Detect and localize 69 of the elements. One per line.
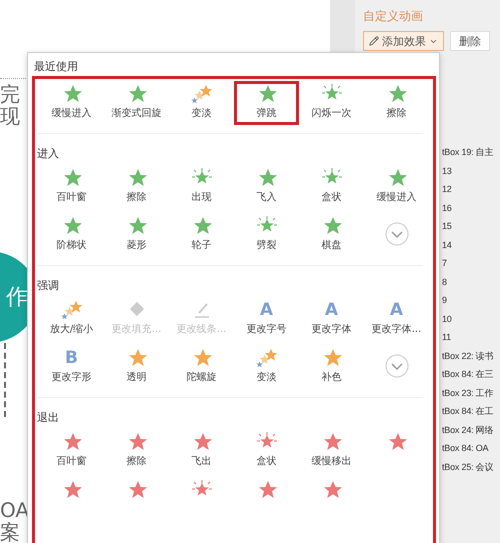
effect-label[interactable]: 渐变式回旋 <box>112 106 162 120</box>
animation-list-item[interactable]: tBox 22: 读书 <box>442 346 494 365</box>
effect-label[interactable]: 擦除 <box>126 190 146 204</box>
effect-label[interactable]: 擦除 <box>386 106 406 120</box>
animation-list-item[interactable]: tBox 19: 自主 <box>442 143 494 162</box>
animation-list-item[interactable]: 8 <box>442 272 447 291</box>
effect-label[interactable]: 飞出 <box>192 454 212 468</box>
effect-label[interactable]: 透明 <box>126 370 146 384</box>
letter-icon: B <box>65 348 78 368</box>
animation-list-item[interactable]: tBox 84: 在工 <box>442 402 494 420</box>
animation-list-item[interactable]: 10 <box>442 310 452 328</box>
animation-list-item[interactable]: 7 <box>442 254 447 272</box>
effect-label[interactable]: 盒状 <box>256 454 276 468</box>
animation-list-item[interactable]: 16 <box>442 198 452 217</box>
animation-list-item[interactable]: 9 <box>442 291 447 310</box>
effect-label[interactable]: 棋盘 <box>322 238 342 252</box>
section-title: 强调 <box>37 278 59 293</box>
pencil-icon <box>369 36 379 46</box>
letter-icon: A <box>260 300 274 320</box>
slide-text: 案 <box>0 521 20 543</box>
effect-label[interactable]: 放大/缩小 <box>50 322 94 336</box>
effect-label[interactable]: 更改字体 <box>312 322 352 336</box>
effect-label[interactable]: 闪烁一次 <box>312 106 352 120</box>
slide-text: 完 <box>0 83 20 105</box>
expand-more-icon[interactable] <box>384 354 408 378</box>
effect-label[interactable]: 缓慢移出 <box>312 454 352 468</box>
badge-text: 作 <box>6 284 28 312</box>
animation-list-item[interactable]: 12 <box>442 180 452 198</box>
animation-list-item[interactable]: tBox 25: 会议 <box>442 458 494 476</box>
effect-label[interactable]: 缓慢进入 <box>376 190 416 204</box>
slide-text: OA <box>0 499 30 521</box>
effect-label[interactable]: 飞入 <box>256 190 276 204</box>
animation-list-item[interactable]: tBox 84: OA <box>442 439 488 458</box>
effect-label[interactable]: 补色 <box>322 370 342 384</box>
effect-label[interactable]: 变淡 <box>256 370 276 384</box>
section-title: 退出 <box>37 410 59 425</box>
effect-label[interactable]: 盒状 <box>322 190 342 204</box>
effect-label[interactable]: 更改字号 <box>246 322 286 336</box>
effect-label[interactable]: 菱形 <box>126 238 146 252</box>
panel-title: 自定义动画 <box>363 8 423 25</box>
letter-icon: A <box>390 300 404 320</box>
animation-list-item[interactable]: 15 <box>442 217 452 236</box>
animation-list-item[interactable]: tBox 84: 在三 <box>442 365 494 384</box>
effect-label[interactable]: 缓慢进入 <box>52 106 92 120</box>
letter-icon: A <box>324 300 338 320</box>
effect-label[interactable]: 出现 <box>192 190 212 204</box>
effect-label[interactable]: 变淡 <box>192 106 212 120</box>
delete-button[interactable]: 删除 <box>450 31 490 51</box>
effect-label[interactable]: 阶梯状 <box>56 238 86 252</box>
animation-list-item[interactable]: tBox 24: 网络 <box>442 420 494 439</box>
effect-label[interactable]: 擦除 <box>126 454 146 468</box>
effect-label[interactable]: 劈裂 <box>256 238 276 252</box>
effect-label[interactable]: 轮子 <box>192 238 212 252</box>
effect-label[interactable]: 陀螺旋 <box>186 370 216 384</box>
effect-label[interactable]: 更改字形 <box>52 370 92 384</box>
effect-label[interactable]: 更改字体... <box>372 322 422 336</box>
selected-effect-frame[interactable]: 弹跳 <box>234 81 299 125</box>
section-title: 最近使用 <box>34 59 78 74</box>
animation-list-item[interactable]: tBox 23: 工作 <box>442 384 494 402</box>
slide-text: 现 <box>0 105 20 127</box>
animation-list-item[interactable]: 11 <box>442 328 451 346</box>
add-effect-button[interactable]: 添加效果 <box>363 31 444 51</box>
section-title: 进入 <box>37 146 59 161</box>
effect-label: 弹跳 <box>256 106 276 120</box>
animation-list-item[interactable]: 14 <box>442 236 452 254</box>
effect-label[interactable]: 百叶窗 <box>56 190 86 204</box>
animation-list-item[interactable]: 13 <box>442 162 452 180</box>
expand-more-icon[interactable] <box>384 222 408 246</box>
effect-label[interactable]: 百叶窗 <box>56 454 86 468</box>
